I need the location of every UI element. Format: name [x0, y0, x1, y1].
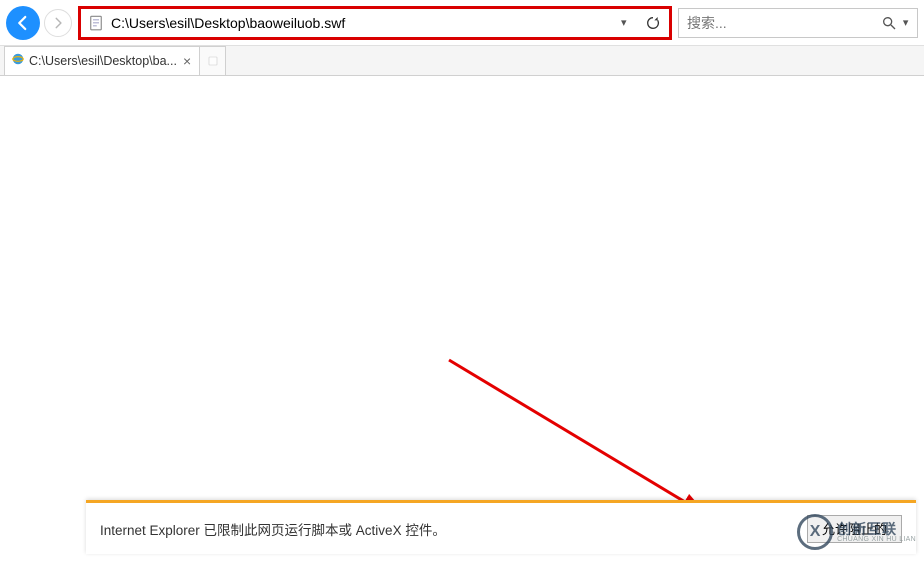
- magnifier-icon: [881, 15, 897, 31]
- tab-label: C:\Users\esil\Desktop\ba...: [29, 54, 177, 68]
- page-content: Internet Explorer 已限制此网页运行脚本或 ActiveX 控件…: [0, 76, 924, 562]
- forward-button: [44, 9, 72, 37]
- arrow-left-icon: [14, 14, 32, 32]
- address-dropdown-icon[interactable]: ▾: [621, 16, 635, 29]
- arrow-right-icon: [51, 16, 65, 30]
- address-input[interactable]: [111, 15, 617, 31]
- search-dropdown-icon[interactable]: ▾: [903, 16, 913, 29]
- back-button[interactable]: [6, 6, 40, 40]
- search-button[interactable]: [876, 9, 903, 37]
- refresh-button[interactable]: [639, 9, 667, 37]
- new-tab-button[interactable]: [200, 46, 226, 75]
- watermark-en: CHUANG XIN HU LIAN: [837, 536, 916, 543]
- watermark-cn: 创新互联: [837, 522, 916, 536]
- watermark-glyph: X: [797, 514, 833, 550]
- browser-toolbar: ▾ ▾: [0, 0, 924, 46]
- search-input[interactable]: [679, 15, 876, 31]
- file-icon: [87, 14, 105, 32]
- blank-tab-icon: [207, 55, 219, 67]
- refresh-icon: [645, 15, 661, 31]
- watermark-logo: X 创新互联 CHUANG XIN HU LIAN: [797, 514, 916, 550]
- tab-close-button[interactable]: ×: [181, 53, 193, 69]
- info-bar-message: Internet Explorer 已限制此网页运行脚本或 ActiveX 控件…: [100, 519, 795, 539]
- search-box[interactable]: ▾: [678, 8, 918, 38]
- tab-active[interactable]: C:\Users\esil\Desktop\ba... ×: [4, 46, 200, 75]
- tabs-bar: C:\Users\esil\Desktop\ba... ×: [0, 46, 924, 76]
- address-bar[interactable]: ▾: [78, 6, 672, 40]
- ie-icon: [11, 52, 25, 71]
- activex-info-bar: Internet Explorer 已限制此网页运行脚本或 ActiveX 控件…: [86, 500, 916, 554]
